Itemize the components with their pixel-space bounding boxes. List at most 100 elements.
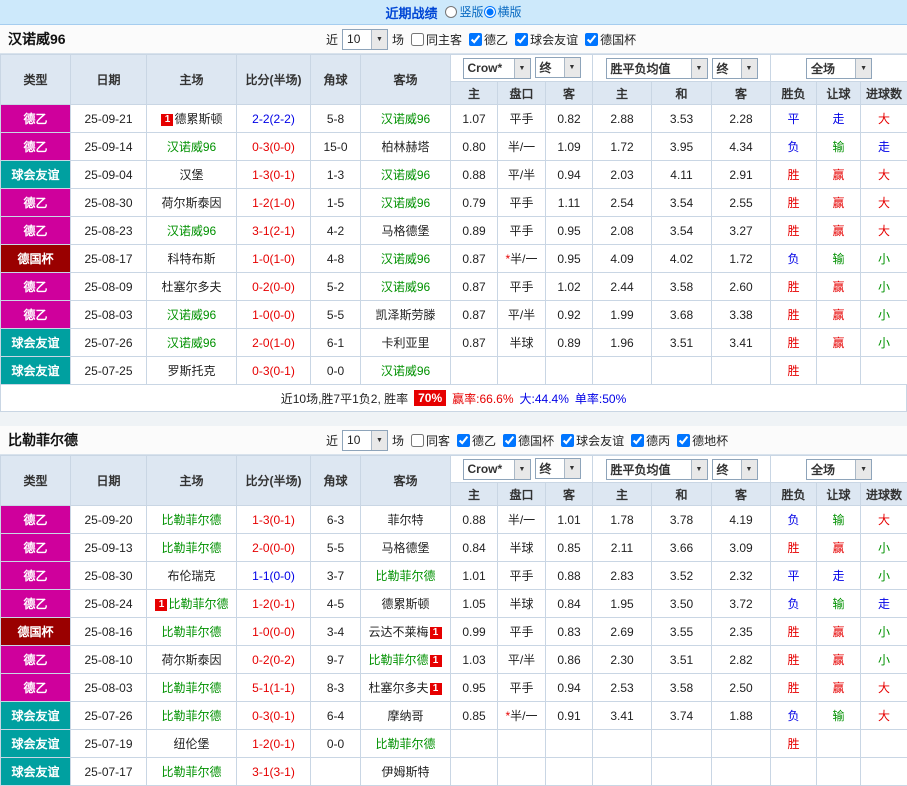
filter-checkbox-4[interactable]: 德丙	[631, 432, 670, 449]
europe-home-cell: 1.99	[593, 301, 652, 329]
summary-text: 近10场,胜7平1负2, 胜率	[281, 390, 408, 407]
corner-cell: 4-2	[311, 217, 361, 245]
away-team-cell: 比勒菲尔德	[361, 562, 451, 590]
home-team-cell: 科特布斯	[147, 245, 237, 273]
home-team-cell: 比勒菲尔德	[147, 506, 237, 534]
handicap-result-cell: 赢	[817, 273, 861, 301]
section-gap	[0, 412, 907, 426]
goals-result-cell: 小	[861, 534, 907, 562]
date-cell: 25-09-14	[71, 133, 147, 161]
europe-away-cell: 3.27	[712, 217, 771, 245]
asia-away-odds-cell: 1.01	[546, 506, 593, 534]
filter-checkbox-0[interactable]: 同主客	[411, 31, 462, 48]
europe-draw-cell: 3.54	[652, 189, 712, 217]
recent-count-select[interactable]: 10▼	[342, 430, 388, 451]
corner-cell: 15-0	[311, 133, 361, 161]
filter-checkbox-3[interactable]: 球会友谊	[561, 432, 624, 449]
asia-away-odds-cell	[546, 730, 593, 758]
layout-radio[interactable]	[445, 6, 457, 18]
asia-home-odds-cell: 0.99	[451, 618, 498, 646]
asia-odds-group: Crow*▼终▼	[451, 55, 593, 82]
asia-handicap-cell: 平手	[498, 674, 546, 702]
corner-cell: 1-3	[311, 161, 361, 189]
filter-checkbox-1[interactable]: 德乙	[457, 432, 496, 449]
sub-column-header: 胜负	[771, 82, 817, 105]
checkbox-input[interactable]	[469, 33, 482, 46]
goals-result-cell: 大	[861, 217, 907, 245]
filter-checkbox-2[interactable]: 德国杯	[503, 432, 554, 449]
home-team-cell: 汉诺威96	[147, 301, 237, 329]
goals-result-cell: 小	[861, 646, 907, 674]
score-cell: 2-0(1-0)	[237, 329, 311, 357]
outcome-cell: 胜	[771, 534, 817, 562]
asia-away-odds-cell: 0.82	[546, 105, 593, 133]
filter-checkbox-0[interactable]: 同客	[411, 432, 450, 449]
league-cell: 德乙	[1, 646, 71, 674]
europe-draw-cell: 3.53	[652, 105, 712, 133]
europe-away-cell: 3.38	[712, 301, 771, 329]
date-cell: 25-09-04	[71, 161, 147, 189]
europe-home-cell: 2.03	[593, 161, 652, 189]
handicap-result-cell: 赢	[817, 161, 861, 189]
checkbox-input[interactable]	[561, 434, 574, 447]
europe-final-select[interactable]: 终▼	[712, 58, 758, 79]
bookmaker-select[interactable]: Crow*▼	[463, 459, 531, 480]
layout-option-0[interactable]: 竖版	[445, 3, 483, 20]
score-cell: 5-1(1-1)	[237, 674, 311, 702]
handicap-result-cell: 走	[817, 562, 861, 590]
filter-checkbox-2[interactable]: 球会友谊	[515, 31, 578, 48]
goals-result-cell	[861, 730, 907, 758]
sub-column-header: 进球数	[861, 483, 907, 506]
europe-away-cell: 2.91	[712, 161, 771, 189]
asia-away-odds-cell: 0.92	[546, 301, 593, 329]
outcome-cell: 胜	[771, 273, 817, 301]
checkbox-input[interactable]	[411, 434, 424, 447]
recent-count-select[interactable]: 10▼	[342, 29, 388, 50]
checkbox-input[interactable]	[515, 33, 528, 46]
topbar: 近期战绩 竖版横版	[0, 0, 907, 25]
checkbox-input[interactable]	[503, 434, 516, 447]
asia-away-odds-cell: 0.84	[546, 590, 593, 618]
asia-home-odds-cell: 0.87	[451, 273, 498, 301]
column-header: 日期	[71, 456, 147, 506]
away-team-cell: 汉诺威96	[361, 105, 451, 133]
asia-final-select[interactable]: 终▼	[535, 458, 581, 479]
europe-final-select[interactable]: 终▼	[712, 459, 758, 480]
corner-cell: 5-8	[311, 105, 361, 133]
bookmaker-select[interactable]: Crow*▼	[463, 58, 531, 79]
checkbox-input[interactable]	[585, 33, 598, 46]
europe-home-cell	[593, 357, 652, 385]
checkbox-input[interactable]	[677, 434, 690, 447]
layout-option-1[interactable]: 横版	[484, 3, 522, 20]
home-team-cell: 比勒菲尔德	[147, 702, 237, 730]
filter-checkbox-5[interactable]: 德地杯	[677, 432, 728, 449]
asia-home-odds-cell: 0.79	[451, 189, 498, 217]
checkbox-input[interactable]	[457, 434, 470, 447]
europe-away-cell: 2.28	[712, 105, 771, 133]
home-team-cell: 杜塞尔多夫	[147, 273, 237, 301]
asia-home-odds-cell: 0.87	[451, 245, 498, 273]
asia-handicap-cell: 平手	[498, 618, 546, 646]
corner-cell: 0-0	[311, 730, 361, 758]
layout-radio[interactable]	[484, 6, 496, 18]
checkbox-input[interactable]	[631, 434, 644, 447]
league-cell: 德乙	[1, 273, 71, 301]
league-cell: 球会友谊	[1, 329, 71, 357]
europe-avg-select[interactable]: 胜平负均值▼	[606, 58, 708, 79]
date-cell: 25-08-30	[71, 189, 147, 217]
asia-final-select[interactable]: 终▼	[535, 57, 581, 78]
asia-handicap-cell	[498, 758, 546, 786]
games-label: 场	[392, 432, 404, 449]
outcome-cell: 胜	[771, 646, 817, 674]
checkbox-input[interactable]	[411, 33, 424, 46]
scope-select[interactable]: 全场▼	[806, 58, 872, 79]
filter-checkbox-1[interactable]: 德乙	[469, 31, 508, 48]
corner-cell: 6-4	[311, 702, 361, 730]
asia-handicap-cell: 平手	[498, 189, 546, 217]
filter-checkbox-3[interactable]: 德国杯	[585, 31, 636, 48]
scope-select[interactable]: 全场▼	[806, 459, 872, 480]
match-row: 德乙25-08-09杜塞尔多夫0-2(0-0)5-2汉诺威960.87平手1.0…	[1, 273, 907, 301]
sub-column-header: 胜负	[771, 483, 817, 506]
asia-home-odds-cell: 1.05	[451, 590, 498, 618]
europe-avg-select[interactable]: 胜平负均值▼	[606, 459, 708, 480]
